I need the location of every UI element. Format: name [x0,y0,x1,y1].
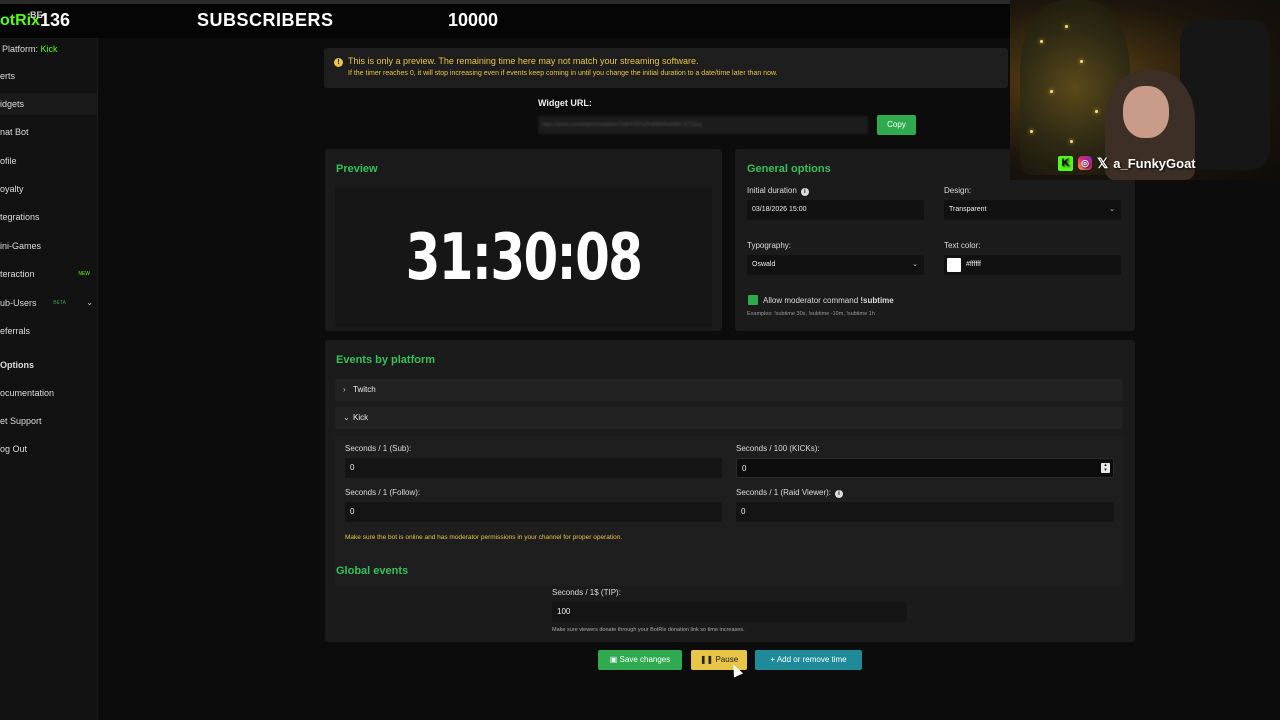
sidebar-item-documentation[interactable]: ocumentation [0,382,98,404]
tree-light [1065,25,1068,28]
preview-notice: ! This is only a preview. The remaining t… [324,48,1008,88]
instagram-icon: ◎ [1078,156,1092,170]
sidebar-item-alerts[interactable]: erts [0,65,98,87]
bot-permission-warning: Make sure the bot is online and has mode… [345,534,623,541]
info-icon[interactable]: i [800,188,809,196]
tree-light [1040,40,1043,43]
sidebar-item-mini-games[interactable]: ini-Games [0,235,98,257]
sidebar-item-label: ub-Users [0,298,37,308]
main-content: ! This is only a preview. The remaining t… [98,38,1135,720]
platform-indicator: Platform: Kick [2,44,58,54]
widget-url-field[interactable]: https://botrix.live/widgets/subathon?bid… [538,116,868,134]
events-card: Events by platform › Twitch ⌄ Kick Seconds… [325,340,1135,642]
tree-light [1070,140,1073,143]
chevron-down-icon: ⌄ [912,261,918,268]
sidebar-item-integrations[interactable]: tegrations [0,206,98,228]
tip-note: Make sure viewers donate through your Bo… [552,627,745,633]
info-icon[interactable]: i [835,490,844,498]
accordion-kick[interactable]: ⌄ Kick [335,407,1123,429]
follow-seconds-input[interactable]: 0 [345,502,722,522]
sidebar-item-get-support[interactable]: et Support [0,410,98,432]
sidebar-item-chat-bot[interactable]: nat Bot [0,121,98,143]
kick-icon: K [1058,155,1073,171]
chevron-down-icon: ⌄ [343,413,350,422]
number-stepper-icon[interactable]: ▴ ▾ [1101,463,1110,473]
tree-light [1095,110,1098,113]
botrix-logo: BE otRix [0,10,43,29]
sub-seconds-input[interactable]: 0 [345,458,722,478]
text-color-label: Text color: [944,241,981,250]
chevron-down-icon: ⌄ [1109,206,1115,213]
widget-url-label: Widget URL: [538,98,592,108]
overlay-title: SUBSCRIBERS [197,10,334,30]
pause-icon: ❚❚ [699,655,714,664]
plus-icon: + [770,655,776,664]
typography-select[interactable]: Oswald ⌄ [747,255,924,275]
text-color-input[interactable]: #ffffff [944,255,1121,275]
global-events-title: Global events [336,565,409,577]
tip-seconds-input[interactable]: 100 [552,602,907,622]
save-changes-button[interactable]: ▣ Save changes [598,650,682,670]
sidebar-item-options[interactable]: Options [0,354,98,376]
events-title: Events by platform [336,354,436,366]
allow-mod-command-label: Allow moderator command !subtime [763,296,894,305]
sidebar-item-log-out[interactable]: og Out [0,438,98,460]
initial-duration-label: Initial duration i [747,186,809,196]
timer-display: 31:30:08 [405,221,643,295]
notice-line-1: This is only a preview. The remaining ti… [348,56,699,66]
mod-command-examples: Examples: !subtime 30s, !subtime -10m, !… [747,311,875,317]
accordion-twitch[interactable]: › Twitch [335,379,1123,401]
typography-label: Typography: [747,241,792,250]
warning-icon: ! [334,58,343,67]
sidebar-item-referrals[interactable]: eferrals [0,320,98,342]
save-icon: ▣ [609,655,618,664]
streamer-socials: K ◎ 𝕏 a_FunkyGoat [1058,154,1196,172]
beta-badge: BETA [53,300,66,306]
add-remove-time-button[interactable]: + Add or remove time [755,650,862,670]
platform-value: Kick [40,44,58,54]
notice-line-2: If the timer reaches 0, it will stop inc… [348,70,778,77]
webcam-overlay [1010,0,1280,180]
follow-seconds-label: Seconds / 1 (Follow): [345,488,421,497]
general-options-title: General options [747,163,831,175]
chevron-down-icon: ⌄ [86,298,93,307]
subscriber-count: 136 [40,10,71,30]
allow-mod-command-checkbox[interactable] [748,295,758,305]
tree-light [1030,130,1033,133]
mod-command-code: !subtime [860,296,894,305]
sidebar-item-interaction[interactable]: teraction NEW [0,263,98,285]
preview-box: 31:30:08 [335,187,712,327]
sidebar-item-loyalty[interactable]: oyalty [0,178,98,200]
tip-seconds-label: Seconds / 1$ (TIP): [552,588,621,597]
design-label: Design: [944,186,972,195]
sub-seconds-label: Seconds / 1 (Sub): [345,444,412,453]
color-swatch[interactable] [947,258,961,272]
new-badge: NEW [78,271,90,277]
stream-overlay-bar: BE otRix 136 SUBSCRIBERS 10000 [0,0,1010,38]
kicks-seconds-input[interactable]: 0 ▴ ▾ [736,458,1114,478]
design-select[interactable]: Transparent ⌄ [944,200,1121,220]
raid-seconds-label: Seconds / 1 (Raid Viewer): i [736,488,844,498]
subscriber-goal: 10000 [448,10,499,30]
sidebar-item-sub-users[interactable]: ub-Users BETA ⌄ [0,292,98,314]
tree-light [1050,90,1053,93]
kick-events-panel: Seconds / 1 (Sub): 0 Seconds / 100 (KICK… [335,436,1123,586]
streamer-face [1123,86,1169,138]
preview-card: Preview 31:30:08 [325,149,722,331]
initial-duration-input[interactable]: 03/18/2026 15:00 [747,200,924,220]
preview-title: Preview [336,163,378,175]
x-icon: 𝕏 [1097,154,1109,171]
streamer-handle: a_FunkyGoat [1113,155,1196,171]
kicks-seconds-label: Seconds / 100 (KICKs): [736,444,820,453]
sidebar-item-widgets[interactable]: idgets [0,93,98,115]
sidebar: Platform: Kick erts idgets nat Bot ofile… [0,38,98,720]
raid-seconds-input[interactable]: 0 [736,502,1114,522]
sidebar-item-profile[interactable]: ofile [0,150,98,172]
sidebar-item-label: teraction [0,269,35,279]
tree-light [1080,60,1083,63]
copy-button[interactable]: Copy [877,115,916,135]
chevron-right-icon: › [343,385,346,394]
